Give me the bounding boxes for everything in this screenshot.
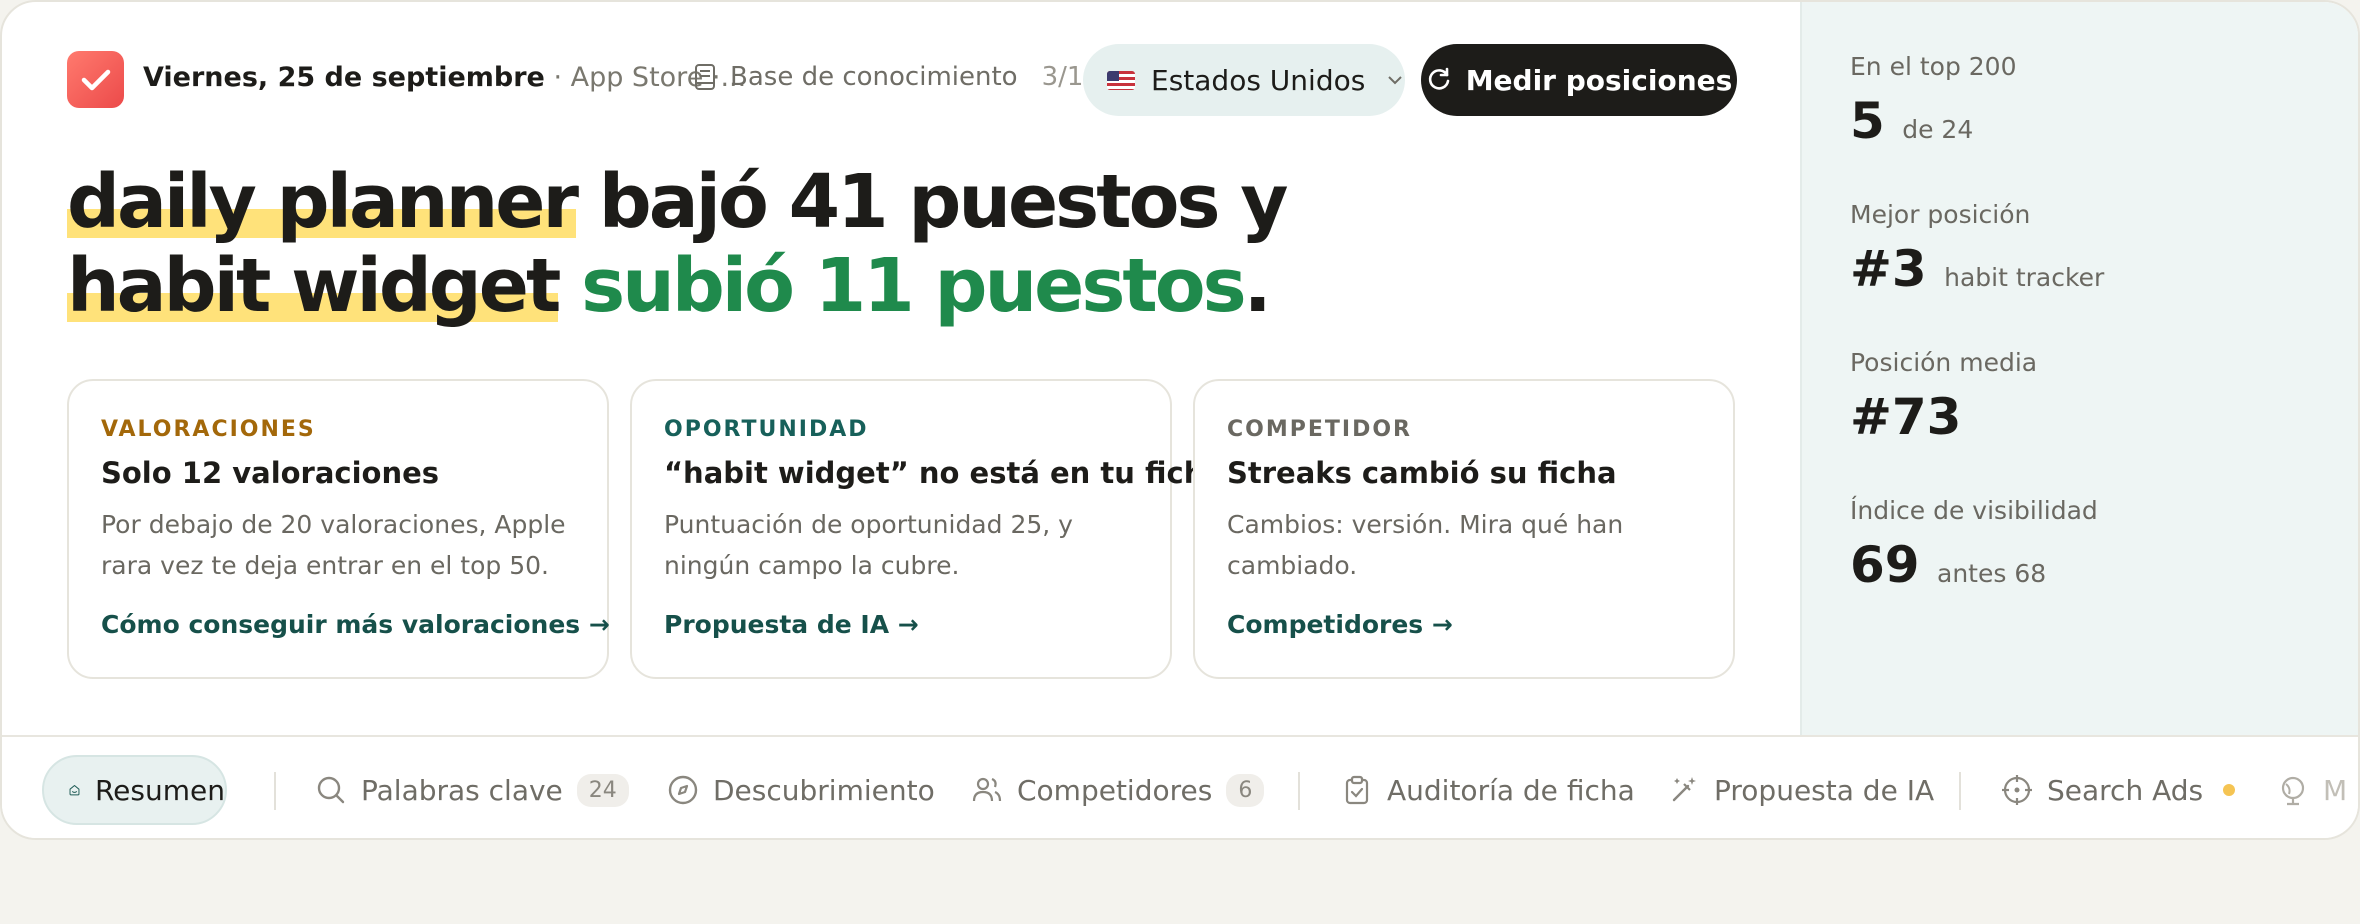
stat-average-position: Posición media #73	[1850, 348, 2037, 454]
stat-value: 69	[1850, 536, 1920, 594]
stat-label: En el top 200	[1850, 52, 2017, 81]
count-badge: 24	[576, 773, 629, 807]
app-icon[interactable]	[67, 51, 124, 108]
clipboard-check-icon	[1345, 775, 1369, 805]
stat-value: #73	[1850, 388, 1962, 446]
insight-title: Streaks cambió su ficha	[1227, 456, 1617, 490]
tab-descubrimiento[interactable]: Descubrimiento	[667, 755, 935, 825]
tab-auditoria[interactable]: Auditoría de ficha	[1341, 755, 1635, 825]
nav-divider	[1959, 772, 1961, 810]
headline-period: .	[1243, 243, 1272, 329]
stat-sub: habit tracker	[1944, 263, 2105, 292]
chevron-down-icon	[1387, 75, 1403, 85]
main-card: Viernes, 25 de septiembre · App Store ·.…	[0, 0, 2360, 840]
compass-icon	[668, 775, 698, 805]
tab-competidores[interactable]: Competidores 6	[971, 755, 1265, 825]
tab-palabras-clave[interactable]: Palabras clave 24	[315, 755, 629, 825]
stat-value: #3	[1850, 240, 1927, 298]
headline: daily planner bajó 41 puestos y habit wi…	[67, 159, 1289, 329]
nav-divider	[274, 772, 276, 810]
insight-title: Solo 12 valoraciones	[101, 456, 440, 490]
insight-tag: COMPETIDOR	[1227, 417, 1412, 442]
stat-sub: antes 68	[1937, 559, 2047, 588]
magic-wand-icon	[1672, 777, 1696, 802]
kb-label: Base de conocimiento	[730, 62, 1018, 92]
tab-more-cut[interactable]: M	[2277, 755, 2347, 825]
stat-label: Posición media	[1850, 348, 2038, 377]
new-dot-indicator	[2223, 784, 2236, 796]
headline-text-1: bajó 41 puestos y	[575, 159, 1289, 245]
tab-label: Resumen	[94, 773, 225, 807]
stat-label: Índice de visibilidad	[1850, 496, 2098, 525]
search-icon	[317, 776, 345, 804]
insight-title: “habit widget” no está en tu ficha	[664, 456, 1224, 490]
measure-label: Medir posiciones	[1465, 63, 1733, 97]
insight-desc: Cambios: versión. Mira qué han cambiado.	[1227, 510, 1624, 580]
country-label: Estados Unidos	[1151, 63, 1366, 97]
date-app-line[interactable]: Viernes, 25 de septiembre · App Store ·.…	[143, 62, 746, 93]
tab-label: Palabras clave	[361, 773, 563, 807]
stat-sub: de 24	[1902, 115, 1974, 144]
keyword-highlight-2: habit widget	[67, 243, 561, 329]
checkmark-icon	[81, 69, 110, 90]
tab-resumen[interactable]: Resumen	[42, 755, 227, 825]
tab-search-ads[interactable]: Search Ads	[2001, 755, 2236, 825]
insight-link[interactable]: Competidores →	[1227, 610, 1453, 639]
measure-positions-button[interactable]: Medir posiciones	[1421, 44, 1737, 116]
insight-desc: Por debajo de 20 valoraciones, Apple rar…	[101, 510, 566, 580]
stat-top200: En el top 200 5 de 24	[1850, 52, 2017, 158]
tab-label: M	[2323, 773, 2348, 807]
stat-visibility-index: Índice de visibilidad 69 antes 68	[1850, 496, 2098, 602]
insight-tag: VALORACIONES	[101, 417, 316, 442]
refresh-icon	[1428, 67, 1449, 90]
stat-best-position: Mejor posición #3 habit tracker	[1850, 200, 2104, 306]
keyword-highlight-1: daily planner	[67, 159, 579, 245]
headline-green-text: subió 11 puestos	[581, 243, 1247, 329]
tab-label: Propuesta de IA	[1714, 773, 1935, 807]
nav-divider	[1298, 772, 1300, 810]
globe-icon	[2281, 776, 2305, 806]
country-selector[interactable]: Estados Unidos	[1083, 44, 1405, 116]
us-flag-icon	[1107, 70, 1135, 90]
tab-label: Search Ads	[2047, 773, 2204, 807]
book-icon	[695, 64, 715, 90]
count-badge: 6	[1226, 773, 1265, 807]
insight-card-opportunity: OPORTUNIDAD “habit widget” no está en tu…	[630, 379, 1224, 679]
stat-label: Mejor posición	[1850, 200, 2031, 229]
users-icon	[972, 777, 1002, 802]
insight-desc: Puntuación de oportunidad 25, y ningún c…	[664, 510, 1073, 580]
target-icon	[2002, 775, 2032, 805]
tab-label: Descubrimiento	[713, 773, 935, 807]
tab-propuesta-ia[interactable]: Propuesta de IA	[1668, 755, 1934, 825]
insight-card-ratings: VALORACIONES Solo 12 valoraciones Por de…	[67, 379, 610, 679]
tab-label: Auditoría de ficha	[1387, 773, 1635, 807]
insight-tag: OPORTUNIDAD	[664, 417, 869, 442]
tab-label: Competidores	[1017, 773, 1213, 807]
insight-link[interactable]: Cómo conseguir más valoraciones →	[101, 610, 610, 639]
home-icon	[69, 785, 80, 796]
stat-value: 5	[1850, 92, 1885, 150]
knowledge-base-link[interactable]: Base de conocimiento 3/10	[694, 62, 1100, 92]
insight-link[interactable]: Propuesta de IA →	[664, 610, 919, 639]
date-label: Viernes, 25 de septiembre	[143, 62, 545, 93]
insight-card-competitor: COMPETIDOR Streaks cambió su ficha Cambi…	[1193, 379, 1735, 679]
